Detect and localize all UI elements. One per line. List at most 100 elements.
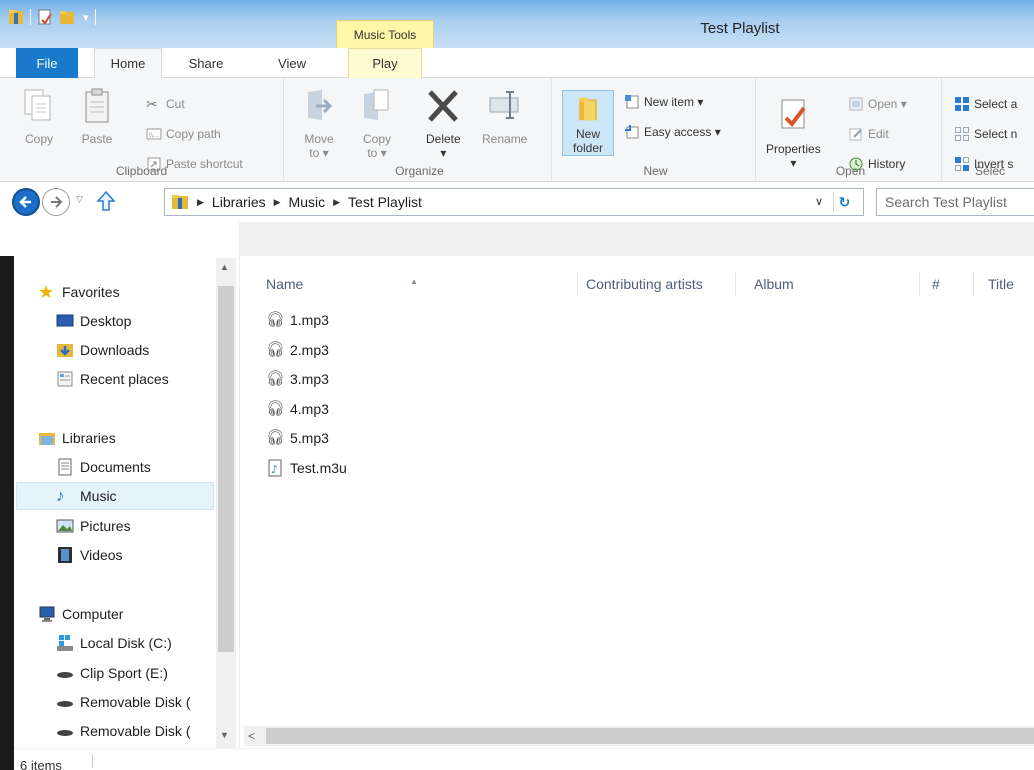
nav-downloads[interactable]: Downloads: [56, 338, 149, 362]
nav-music[interactable]: ♪ Music: [56, 484, 117, 508]
tab-share[interactable]: Share: [178, 48, 234, 78]
scroll-down-icon[interactable]: ▼: [220, 730, 229, 740]
clipboard-group-label: Clipboard: [115, 164, 168, 178]
paste-icon: [85, 88, 109, 123]
status-bar: [0, 748, 1034, 770]
properties-icon[interactable]: [37, 8, 53, 26]
address-bar[interactable]: ▶ Libraries ▶ Music ▶ Test Playlist ∨ ↻: [164, 188, 864, 216]
copy-path-button[interactable]: \\... Copy path: [146, 124, 221, 144]
removable-drive-icon: [57, 701, 73, 707]
nav-removable-disk-1[interactable]: Removable Disk (: [56, 690, 190, 714]
tab-file[interactable]: File: [16, 48, 78, 78]
nav-pictures[interactable]: Pictures: [56, 514, 131, 538]
scroll-left-icon[interactable]: <: [248, 729, 255, 743]
tab-view[interactable]: View: [264, 48, 320, 78]
nav-favorites[interactable]: ★ Favorites: [38, 280, 120, 304]
breadcrumb-music[interactable]: Music: [289, 194, 326, 210]
documents-icon: [58, 458, 72, 476]
move-to-button[interactable]: Move to ▾: [302, 86, 336, 160]
clipboard-group: Copy Paste ✂ Cut \\... Copy path Paste s…: [0, 78, 284, 182]
column-name[interactable]: Name: [258, 272, 578, 296]
breadcrumb-separator[interactable]: ▶: [333, 197, 340, 208]
breadcrumb-separator[interactable]: ▶: [274, 197, 281, 208]
tab-play[interactable]: Play: [348, 48, 422, 78]
window-title: Test Playlist: [700, 20, 780, 37]
nav-scrollbar-thumb[interactable]: [218, 286, 234, 652]
recent-locations-dropdown[interactable]: ▽: [76, 194, 83, 205]
select-all-button[interactable]: Select a: [954, 94, 1017, 114]
cut-button[interactable]: ✂ Cut: [146, 94, 185, 114]
file-name: 4.mp3: [290, 401, 329, 417]
select-group-label: Selec: [974, 164, 1006, 178]
file-row[interactable]: 🎧︎ 5.mp3: [266, 425, 329, 451]
nav-desktop[interactable]: Desktop: [56, 309, 131, 333]
ribbon: Copy Paste ✂ Cut \\... Copy path Paste s…: [0, 78, 1034, 182]
open-icon: [849, 97, 863, 111]
file-row[interactable]: ♪ Test.m3u: [266, 455, 347, 481]
delete-button[interactable]: Delete ▾: [426, 86, 461, 160]
new-folder-button[interactable]: New folder: [562, 90, 614, 156]
forward-button[interactable]: [42, 188, 70, 216]
select-all-icon: [955, 97, 969, 111]
copy-to-button[interactable]: Copy to ▾: [360, 86, 394, 160]
copy-icon: [24, 89, 51, 121]
breadcrumb-test-playlist[interactable]: Test Playlist: [348, 194, 422, 210]
file-row[interactable]: 🎧︎ 4.mp3: [266, 396, 329, 422]
column-album[interactable]: Album: [746, 272, 920, 296]
nav-removable-disk-2[interactable]: Removable Disk (: [56, 719, 190, 743]
column-contributing-artists[interactable]: Contributing artists: [578, 272, 736, 296]
headphones-icon: 🎧︎: [266, 341, 286, 358]
open-button[interactable]: Open ▾: [848, 94, 907, 114]
scroll-up-icon[interactable]: ▲: [220, 262, 229, 272]
breadcrumb-separator[interactable]: ▶: [197, 197, 204, 208]
videos-icon: [58, 547, 72, 563]
horizontal-scrollbar-thumb[interactable]: [266, 728, 1034, 744]
desktop-icon: [56, 314, 74, 327]
new-folder-icon[interactable]: [59, 8, 75, 26]
libraries-icon: [39, 433, 55, 445]
tab-home[interactable]: Home: [94, 48, 162, 79]
nav-computer[interactable]: Computer: [38, 602, 123, 626]
paste-button[interactable]: Paste: [80, 86, 114, 146]
computer-icon: [39, 606, 55, 622]
back-button[interactable]: [12, 188, 40, 216]
nav-local-disk[interactable]: Local Disk (C:): [56, 631, 172, 655]
new-group: New folder New item ▾ Easy access ▾ New: [556, 78, 756, 182]
customize-qat-dropdown[interactable]: ▾: [83, 11, 89, 24]
easy-access-icon: [625, 125, 639, 139]
column-title[interactable]: Title: [980, 272, 1034, 296]
pictures-icon: [56, 519, 74, 533]
easy-access-button[interactable]: Easy access ▾: [624, 122, 721, 142]
item-count: 6 items: [20, 758, 62, 770]
nav-recent-places[interactable]: Recent places: [56, 367, 169, 391]
file-name: 5.mp3: [290, 430, 329, 446]
file-row[interactable]: 🎧︎ 2.mp3: [266, 337, 329, 363]
nav-libraries[interactable]: Libraries: [38, 426, 116, 450]
nav-clip-sport[interactable]: Clip Sport (E:): [56, 661, 168, 685]
address-history-dropdown[interactable]: ∨: [815, 195, 823, 208]
select-none-icon: [955, 127, 969, 141]
open-group: Properties ▾ Open ▾ Edit History Open: [760, 78, 942, 182]
file-name: 3.mp3: [290, 371, 329, 387]
arrow-left-icon: [19, 196, 31, 208]
properties-button[interactable]: Properties ▾: [766, 96, 821, 170]
rename-button[interactable]: Rename: [482, 86, 527, 146]
up-arrow-icon[interactable]: [96, 190, 116, 212]
select-none-button[interactable]: Select n: [954, 124, 1017, 144]
downloads-folder-icon: [57, 344, 73, 357]
nav-documents[interactable]: Documents: [56, 455, 151, 479]
window-left-edge: [0, 748, 14, 770]
search-input[interactable]: Search Test Playlist: [876, 188, 1034, 216]
open-group-label: Open: [835, 164, 866, 178]
edit-button[interactable]: Edit: [848, 124, 889, 144]
new-item-button[interactable]: New item ▾: [624, 92, 703, 112]
removable-drive-icon: [57, 730, 73, 736]
file-row[interactable]: 🎧︎ 1.mp3: [266, 307, 329, 333]
column-number[interactable]: #: [924, 272, 974, 296]
copy-button[interactable]: Copy: [22, 86, 56, 146]
breadcrumb-libraries[interactable]: Libraries: [212, 194, 266, 210]
nav-videos[interactable]: Videos: [56, 543, 123, 567]
refresh-icon[interactable]: ↻: [833, 192, 855, 212]
file-row[interactable]: 🎧︎ 3.mp3: [266, 366, 329, 392]
contextual-tab-header: Music Tools: [336, 20, 434, 48]
